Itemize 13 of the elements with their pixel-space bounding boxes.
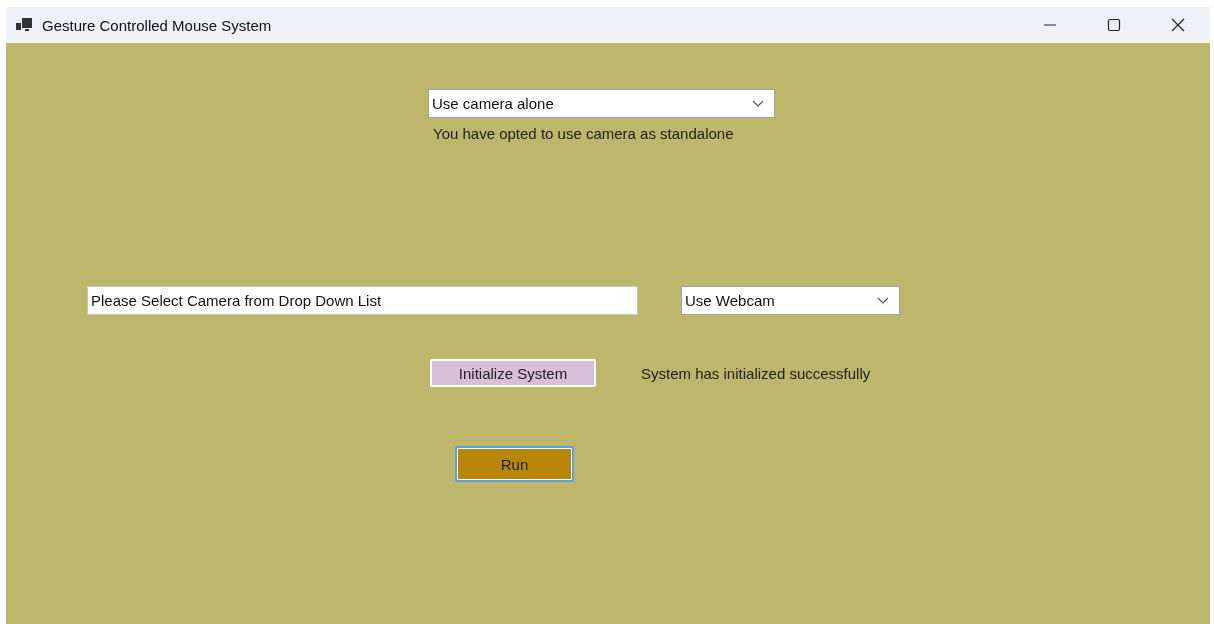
chevron-down-icon [877,297,889,304]
maximize-icon [1107,18,1121,32]
camera-field[interactable]: Please Select Camera from Drop Down List [87,286,638,315]
camera-dropdown[interactable]: Use Webcam [681,286,900,315]
initialize-button[interactable]: Initialize System [430,359,596,387]
mode-dropdown[interactable]: Use camera alone [428,89,775,118]
close-icon [1171,18,1185,32]
init-status: System has initialized successfully [641,364,871,382]
mode-message: You have opted to use camera as standalone [433,125,734,142]
app-icon [16,18,33,32]
chevron-down-icon [752,100,764,107]
run-button[interactable]: Run [455,446,574,482]
window-title: Gesture Controlled Mouse System [42,16,272,34]
